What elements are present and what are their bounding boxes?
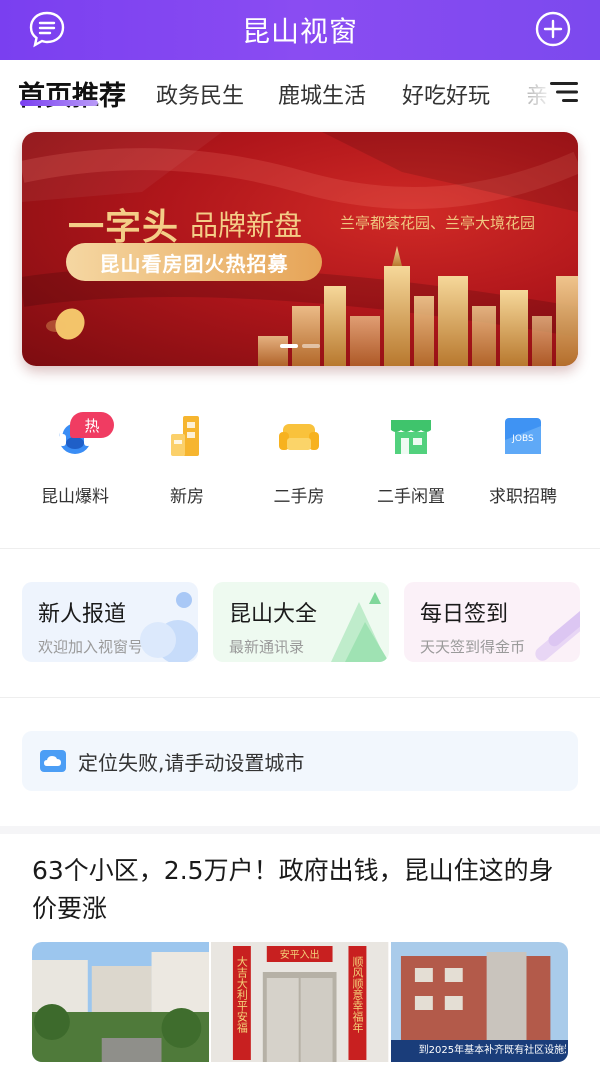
quick-link-label: 求职招聘 bbox=[489, 487, 557, 507]
add-icon[interactable] bbox=[534, 10, 572, 48]
app-title: 昆山视窗 bbox=[241, 15, 358, 48]
app-header: 昆山视窗 bbox=[0, 0, 600, 60]
article-title[interactable]: 63个小区，2.5万户！政府出钱，昆山住这的身价要涨 bbox=[32, 852, 572, 928]
tab-city-life[interactable]: 鹿城生活 bbox=[278, 78, 366, 110]
tab-government[interactable]: 政务民生 bbox=[156, 78, 244, 110]
coin-icon bbox=[46, 308, 85, 340]
market-stall-icon bbox=[391, 420, 431, 454]
location-text: 定位失败,请手动设置城市 bbox=[78, 750, 305, 775]
jobs-icon-text: JOBS bbox=[511, 434, 534, 444]
card-daily-checkin[interactable]: 每日签到 天天签到得金币 bbox=[404, 582, 580, 662]
quick-link-label: 新房 bbox=[170, 487, 204, 507]
quick-link-second-hand-house[interactable]: 二手房 bbox=[244, 412, 354, 507]
location-bar[interactable]: 定位失败,请手动设置城市 bbox=[22, 731, 578, 791]
skyline-illustration bbox=[258, 246, 578, 366]
door-top-caption: 安平入出 bbox=[280, 948, 320, 961]
cloud-icon bbox=[40, 750, 66, 772]
article-photo-news: 到2025年基本补齐既有社区设施短板 bbox=[390, 942, 568, 1062]
tree-decoration bbox=[331, 592, 389, 662]
sofa-icon bbox=[279, 424, 319, 450]
section-divider bbox=[0, 548, 600, 549]
quick-link-label: 昆山爆料 bbox=[41, 487, 109, 507]
quick-link-idle-goods[interactable]: 二手闲置 bbox=[356, 412, 466, 507]
tab-food-fun[interactable]: 好吃好玩 bbox=[402, 78, 490, 110]
card-kunshan-directory[interactable]: 昆山大全 最新通讯录 bbox=[213, 582, 389, 662]
quick-link-jobs[interactable]: JOBS 求职招聘 bbox=[468, 412, 578, 507]
stripes-decoration bbox=[535, 609, 580, 661]
active-tab-indicator bbox=[20, 100, 98, 106]
banner-subtitle: 兰亭都荟花园、兰亭大境花园 bbox=[340, 214, 536, 232]
section-gap bbox=[0, 826, 600, 834]
banner-title-rest: 品牌新盘 bbox=[190, 209, 303, 242]
menu-icon[interactable] bbox=[550, 80, 578, 104]
message-icon[interactable] bbox=[28, 10, 66, 48]
carousel-dot-active[interactable] bbox=[280, 344, 298, 348]
card-new-member[interactable]: 新人报道 欢迎加入视窗号 bbox=[22, 582, 198, 662]
tab-home-recommend[interactable]: 首页推荐 bbox=[18, 74, 126, 113]
door-left-caption: 大吉大利平安福 bbox=[236, 955, 249, 1034]
category-tabs: 首页推荐 政务民生 鹿城生活 好吃好玩 亲 bbox=[0, 60, 600, 126]
article-photo-neighborhood bbox=[32, 942, 210, 1062]
jobs-icon: JOBS bbox=[505, 418, 541, 454]
promo-banner[interactable]: 一字头 品牌新盘 兰亭都荟花园、兰亭大境花园 昆山看房团火热招募 bbox=[22, 132, 578, 366]
article-photos[interactable]: 安平入出 大吉大利平安福 顺风顺意幸福年 到2025年基本补齐既有社区设施短板 bbox=[32, 942, 568, 1062]
quick-link-label: 二手房 bbox=[273, 487, 325, 507]
building-icon bbox=[171, 416, 199, 456]
quick-link-new-house[interactable]: 新房 bbox=[132, 412, 242, 507]
bubbles-decoration bbox=[140, 592, 198, 662]
news-ticker: 到2025年基本补齐既有社区设施短板 bbox=[418, 1045, 566, 1056]
section-divider bbox=[0, 697, 600, 698]
article-photo-elevator: 安平入出 大吉大利平安福 顺风顺意幸福年 bbox=[211, 942, 389, 1062]
door-right-caption: 顺风顺意幸福年 bbox=[351, 956, 364, 1033]
hot-badge: 热 bbox=[70, 412, 114, 438]
carousel-dots bbox=[280, 344, 320, 348]
carousel-dot[interactable] bbox=[302, 344, 320, 348]
quick-link-label: 二手闲置 bbox=[377, 487, 445, 507]
